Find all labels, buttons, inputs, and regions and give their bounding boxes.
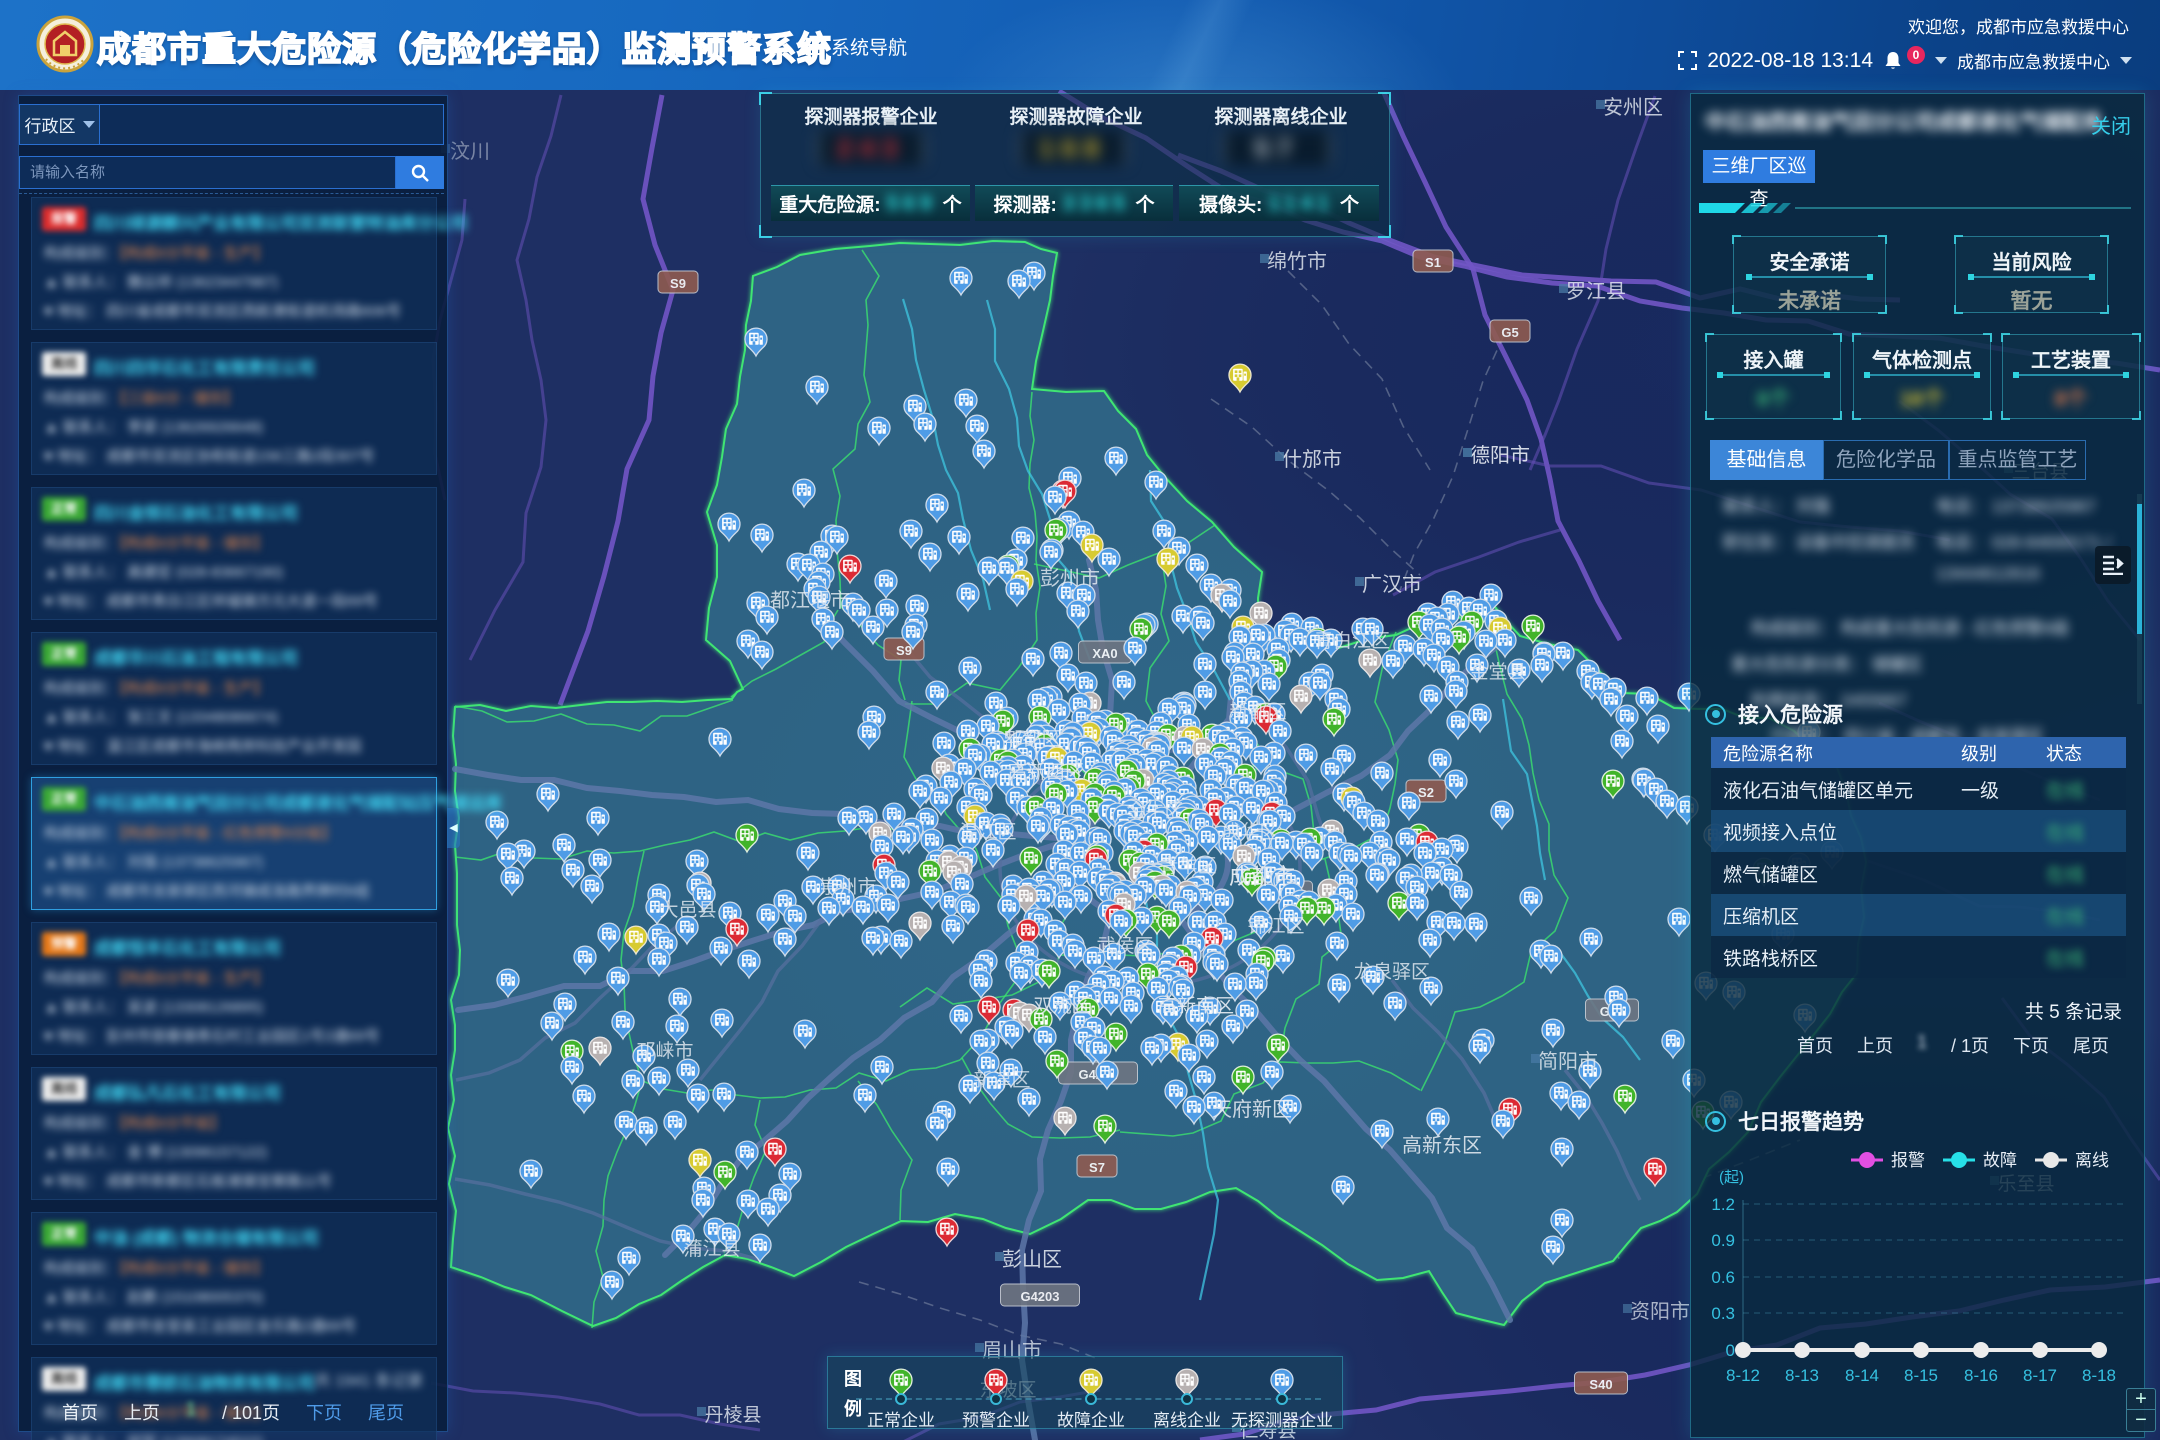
svg-text:彭州市: 彭州市 bbox=[1040, 567, 1100, 590]
svg-text:什邡市: 什邡市 bbox=[1282, 448, 1342, 471]
svg-text:S9: S9 bbox=[896, 643, 912, 658]
svg-text:邛崃市: 邛崃市 bbox=[636, 1040, 693, 1062]
svg-text:8-13: 8-13 bbox=[1785, 1366, 1819, 1385]
svg-text:8-17: 8-17 bbox=[2023, 1366, 2057, 1385]
svg-text:大邑县: 大邑县 bbox=[659, 899, 716, 921]
svg-text:S9: S9 bbox=[670, 276, 686, 291]
svg-text:丹棱县: 丹棱县 bbox=[704, 1404, 761, 1426]
svg-text:S2: S2 bbox=[1418, 785, 1434, 800]
svg-text:8-16: 8-16 bbox=[1964, 1366, 1998, 1385]
svg-text:郫都区: 郫都区 bbox=[1003, 728, 1060, 750]
svg-text:金牛区: 金牛区 bbox=[1126, 800, 1183, 822]
svg-text:XA0: XA0 bbox=[1092, 646, 1117, 661]
svg-text:高新南区: 高新南区 bbox=[1158, 995, 1234, 1017]
svg-text:高新西区: 高新西区 bbox=[1008, 761, 1084, 783]
svg-text:罗江县: 罗江县 bbox=[1566, 280, 1626, 303]
svg-text:0.9: 0.9 bbox=[1711, 1231, 1735, 1250]
svg-text:1.2: 1.2 bbox=[1711, 1195, 1735, 1214]
svg-text:武侯区: 武侯区 bbox=[1096, 935, 1153, 957]
svg-text:彭山区: 彭山区 bbox=[1002, 1248, 1062, 1271]
svg-text:(起): (起) bbox=[1719, 1169, 1744, 1186]
svg-text:G4203: G4203 bbox=[1020, 1289, 1059, 1304]
svg-text:金堂县: 金堂县 bbox=[1469, 661, 1526, 683]
svg-text:绵竹市: 绵竹市 bbox=[1267, 250, 1327, 273]
svg-text:新津区: 新津区 bbox=[973, 1069, 1030, 1091]
svg-text:青白江区: 青白江区 bbox=[1314, 630, 1390, 652]
svg-text:青羊区: 青羊区 bbox=[1159, 855, 1216, 877]
svg-text:8-12: 8-12 bbox=[1726, 1366, 1760, 1385]
svg-text:简阳市: 简阳市 bbox=[1538, 1050, 1598, 1073]
svg-text:S7: S7 bbox=[1089, 1160, 1105, 1175]
svg-text:故障: 故障 bbox=[1983, 1151, 2017, 1170]
svg-text:成都市: 成都市 bbox=[1229, 864, 1295, 889]
svg-text:双流区: 双流区 bbox=[1033, 995, 1090, 1017]
svg-text:汶川: 汶川 bbox=[450, 140, 490, 163]
svg-text:温江区: 温江区 bbox=[959, 821, 1016, 843]
svg-text:锦江区: 锦江区 bbox=[1247, 915, 1304, 937]
svg-text:广汉市: 广汉市 bbox=[1362, 573, 1422, 596]
svg-text:德阳市: 德阳市 bbox=[1470, 444, 1530, 467]
svg-text:S1: S1 bbox=[1425, 255, 1441, 270]
svg-text:新都区: 新都区 bbox=[1229, 701, 1286, 723]
svg-text:天府新区: 天府新区 bbox=[1212, 1098, 1292, 1121]
svg-text:崇州市: 崇州市 bbox=[819, 876, 876, 898]
svg-text:离线: 离线 bbox=[2075, 1151, 2109, 1170]
svg-text:龙泉驿区: 龙泉驿区 bbox=[1354, 961, 1430, 983]
svg-text:8-14: 8-14 bbox=[1845, 1366, 1879, 1385]
svg-text:蒲江县: 蒲江县 bbox=[683, 1238, 740, 1260]
svg-text:G5: G5 bbox=[1501, 325, 1518, 340]
svg-text:0: 0 bbox=[1726, 1341, 1735, 1360]
svg-text:资阳市: 资阳市 bbox=[1630, 1300, 1690, 1323]
svg-text:S40: S40 bbox=[1589, 1377, 1612, 1392]
svg-text:8-18: 8-18 bbox=[2082, 1366, 2116, 1385]
svg-text:0.3: 0.3 bbox=[1711, 1304, 1735, 1323]
svg-text:安州区: 安州区 bbox=[1603, 96, 1663, 119]
svg-text:报警: 报警 bbox=[1891, 1151, 1925, 1170]
svg-text:都江堰市: 都江堰市 bbox=[770, 589, 850, 612]
svg-text:成华区: 成华区 bbox=[1221, 821, 1278, 843]
svg-text:8-15: 8-15 bbox=[1904, 1366, 1938, 1385]
svg-text:高新东区: 高新东区 bbox=[1402, 1134, 1482, 1157]
svg-text:0.6: 0.6 bbox=[1711, 1268, 1735, 1287]
